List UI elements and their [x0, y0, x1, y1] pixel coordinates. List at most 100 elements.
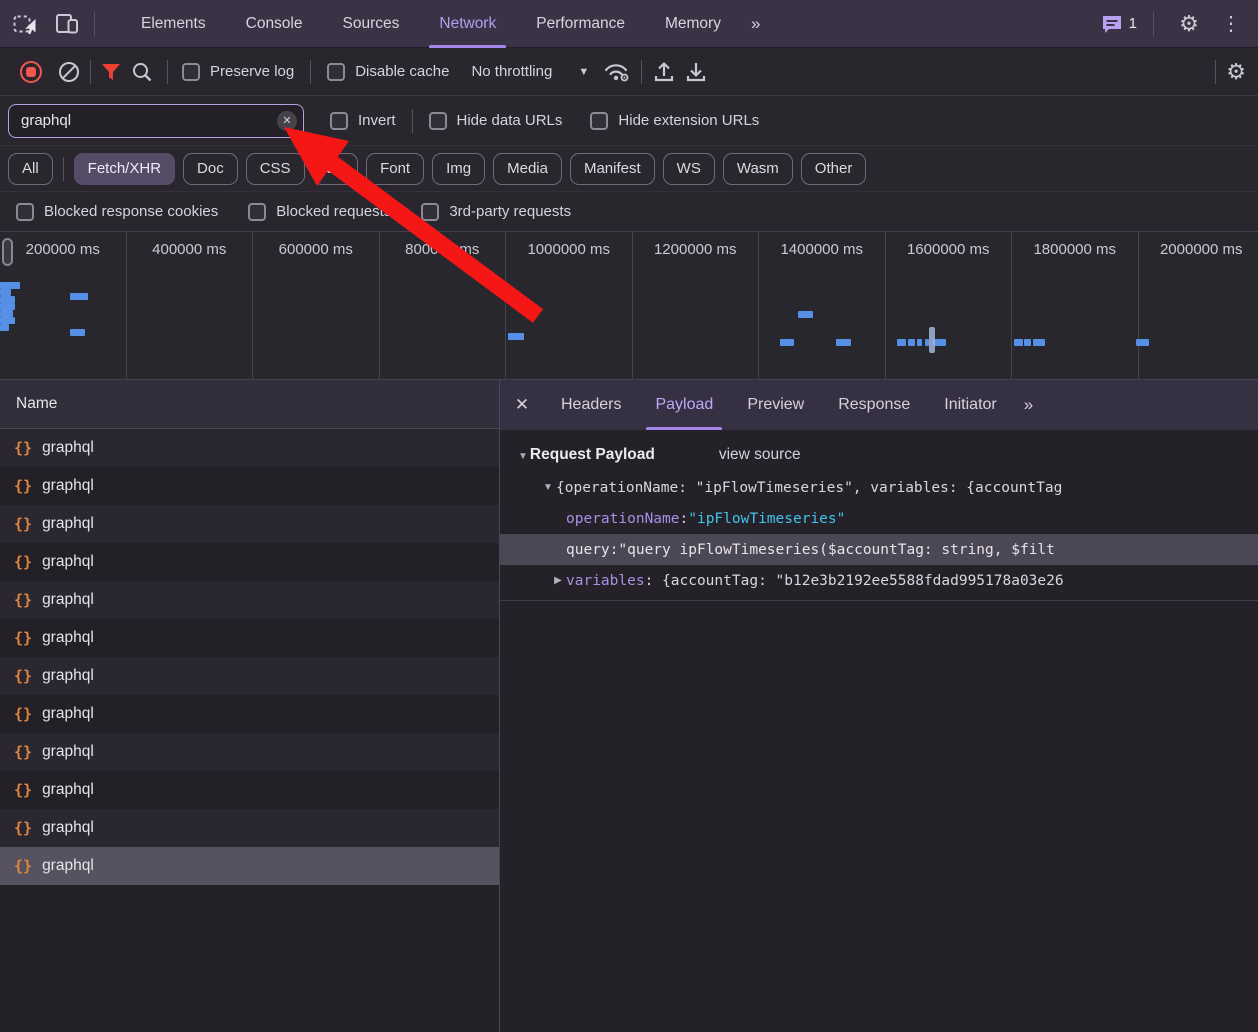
- table-row-request[interactable]: {}graphql: [0, 809, 499, 847]
- table-row-request[interactable]: {}graphql: [0, 581, 499, 619]
- table-row-request[interactable]: {}graphql: [0, 429, 499, 467]
- details-tab-initiator[interactable]: Initiator: [927, 380, 1013, 430]
- blocked-requests-checkbox[interactable]: Blocked requests: [248, 203, 391, 221]
- hide-data-urls-checkbox[interactable]: Hide data URLs: [429, 112, 563, 130]
- customize-devtools-button[interactable]: ⋮: [1214, 7, 1248, 41]
- issues-button[interactable]: 1: [1101, 14, 1137, 34]
- timeline-tick-200000-ms: 200000 ms: [0, 232, 127, 379]
- gear-icon: ⚙: [1179, 13, 1199, 35]
- chip-js[interactable]: JS: [313, 153, 359, 185]
- details-tab-headers[interactable]: Headers: [544, 380, 638, 430]
- disable-cache-checkbox[interactable]: Disable cache: [327, 63, 449, 81]
- table-row-request[interactable]: {}graphql: [0, 695, 499, 733]
- chip-wasm[interactable]: Wasm: [723, 153, 793, 185]
- search-icon: [131, 61, 153, 83]
- preserve-log-checkbox[interactable]: Preserve log: [182, 63, 294, 81]
- request-name: graphql: [42, 705, 94, 723]
- chip-img[interactable]: Img: [432, 153, 485, 185]
- clear-network-log-button[interactable]: [58, 61, 80, 83]
- inspect-element-button[interactable]: [8, 7, 42, 41]
- request-name: graphql: [42, 743, 94, 761]
- triangle-down-icon[interactable]: ▼: [518, 451, 528, 462]
- record-network-log-button[interactable]: [20, 61, 42, 83]
- chip-manifest[interactable]: Manifest: [570, 153, 655, 185]
- request-timing-bar: [70, 293, 88, 300]
- divider: [310, 60, 311, 84]
- close-details-button[interactable]: ✕: [500, 395, 544, 415]
- details-more-tabs-button[interactable]: »: [1014, 395, 1041, 415]
- network-conditions-button[interactable]: [603, 61, 631, 83]
- divider: [90, 60, 91, 84]
- request-timing-bar: [0, 303, 15, 310]
- invert-checkbox[interactable]: Invert: [330, 112, 396, 130]
- triangle-right-icon[interactable]: ▶: [550, 575, 566, 586]
- request-timing-bar: [780, 339, 794, 346]
- table-row-request[interactable]: {}graphql: [0, 543, 499, 581]
- chip-fetch-xhr[interactable]: Fetch/XHR: [74, 153, 175, 185]
- hide-extension-urls-checkbox[interactable]: Hide extension URLs: [590, 112, 759, 130]
- blocked-response-cookies-checkbox[interactable]: Blocked response cookies: [16, 203, 218, 221]
- payload-query-line[interactable]: query: "query ipFlowTimeseries($accountT…: [500, 534, 1258, 565]
- tab-network[interactable]: Network: [419, 0, 516, 48]
- search-network-button[interactable]: [131, 61, 153, 83]
- network-overview-timeline[interactable]: 200000 ms400000 ms600000 ms800000 ms1000…: [0, 232, 1258, 380]
- table-row-request[interactable]: {}graphql: [0, 847, 499, 885]
- details-tab-payload[interactable]: Payload: [638, 380, 730, 430]
- 3rd-party-requests-checkbox[interactable]: 3rd-party requests: [421, 203, 571, 221]
- request-timing-bar: [0, 296, 15, 303]
- chip-other[interactable]: Other: [801, 153, 867, 185]
- table-row-request[interactable]: {}graphql: [0, 505, 499, 543]
- funnel-icon: [101, 63, 121, 81]
- details-tab-preview[interactable]: Preview: [730, 380, 821, 430]
- settings-button[interactable]: ⚙: [1172, 7, 1206, 41]
- table-row-request[interactable]: {}graphql: [0, 733, 499, 771]
- chip-all[interactable]: All: [8, 153, 53, 185]
- table-row-request[interactable]: {}graphql: [0, 467, 499, 505]
- details-tab-response[interactable]: Response: [821, 380, 927, 430]
- timeline-tick-800000-ms: 800000 ms: [380, 232, 507, 379]
- tab-memory[interactable]: Memory: [645, 0, 741, 48]
- checkbox-box: [590, 112, 608, 130]
- json-braces-icon: {}: [14, 591, 32, 609]
- throttling-value: No throttling: [471, 63, 552, 80]
- tab-console[interactable]: Console: [226, 0, 323, 48]
- request-name: graphql: [42, 439, 94, 457]
- name-column-header[interactable]: Name: [0, 380, 499, 429]
- throttling-select[interactable]: No throttling ▼: [471, 63, 589, 80]
- filter-input[interactable]: [9, 112, 303, 129]
- request-details-panel: ✕ HeadersPayloadPreviewResponseInitiator…: [500, 380, 1258, 1032]
- chip-media[interactable]: Media: [493, 153, 562, 185]
- tab-performance[interactable]: Performance: [516, 0, 645, 48]
- payload-variables-line[interactable]: ▶ variables: {accountTag: "b12e3b2192ee5…: [500, 565, 1258, 596]
- tab-sources[interactable]: Sources: [323, 0, 420, 48]
- import-har-button[interactable]: [652, 61, 676, 83]
- device-toolbar-icon: [54, 12, 80, 36]
- chip-ws[interactable]: WS: [663, 153, 715, 185]
- view-source-link[interactable]: view source: [719, 446, 801, 464]
- table-row-request[interactable]: {}graphql: [0, 657, 499, 695]
- chip-doc[interactable]: Doc: [183, 153, 238, 185]
- tab-elements[interactable]: Elements: [121, 0, 226, 48]
- clear-filter-button[interactable]: ✕: [277, 111, 297, 131]
- filter-toggle-button[interactable]: [101, 63, 121, 81]
- toggle-device-toolbar-button[interactable]: [50, 7, 84, 41]
- clear-icon: [58, 61, 80, 83]
- payload-operation-name-line[interactable]: operationName: "ipFlowTimeseries": [500, 503, 1258, 534]
- chip-font[interactable]: Font: [366, 153, 424, 185]
- network-settings-button[interactable]: ⚙: [1226, 61, 1246, 83]
- table-row-request[interactable]: {}graphql: [0, 771, 499, 809]
- table-row-request[interactable]: {}graphql: [0, 619, 499, 657]
- triangle-down-icon[interactable]: ▼: [540, 482, 556, 493]
- request-timing-bar: [508, 333, 524, 340]
- request-timing-bar: [0, 310, 13, 317]
- three-dot-menu-icon: ⋮: [1221, 14, 1241, 34]
- more-panels-button[interactable]: »: [741, 14, 768, 34]
- json-separator: :: [680, 511, 689, 527]
- export-har-button[interactable]: [684, 61, 708, 83]
- timeline-left-handle[interactable]: [2, 238, 13, 266]
- payload-pane: ▼ Request Payload view source ▼ {operati…: [500, 430, 1258, 1032]
- checkbox-box: [182, 63, 200, 81]
- chip-css[interactable]: CSS: [246, 153, 305, 185]
- payload-root-line[interactable]: ▼ {operationName: "ipFlowTimeseries", va…: [500, 472, 1258, 503]
- issues-message-icon: [1101, 14, 1123, 34]
